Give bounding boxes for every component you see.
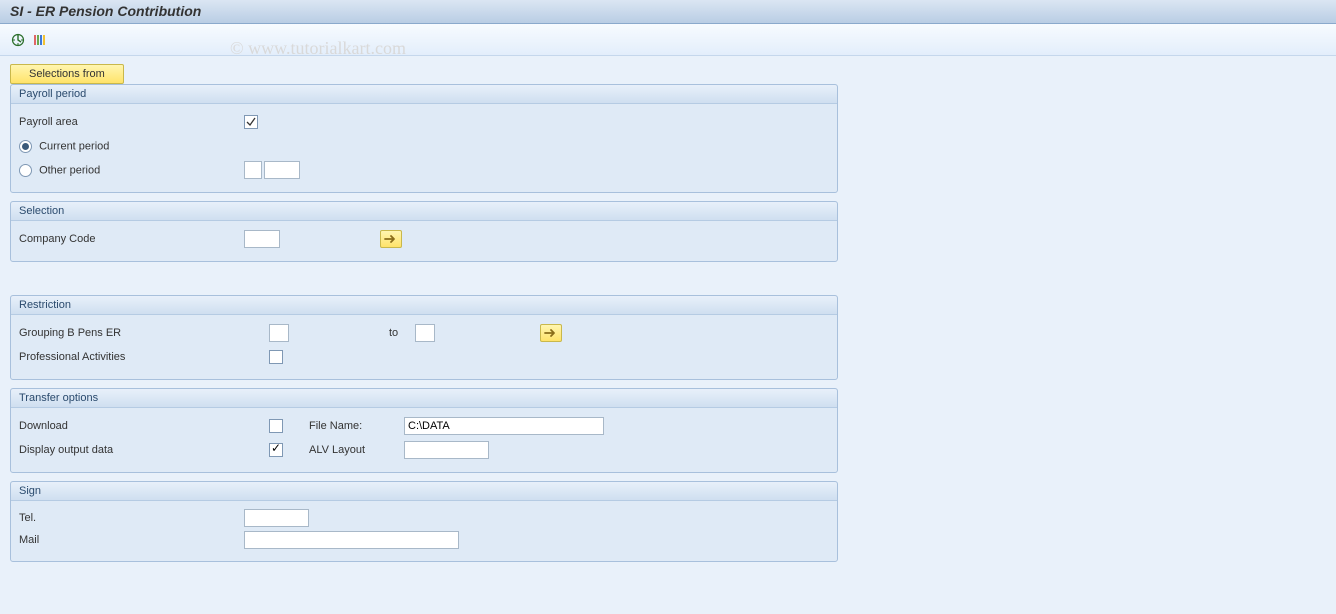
company-code-input[interactable] <box>244 230 280 248</box>
grouping-label: Grouping B Pens ER <box>19 327 269 339</box>
group-legend-restriction: Restriction <box>11 296 837 315</box>
grouping-to-input[interactable] <box>415 324 435 342</box>
prof-activities-label: Professional Activities <box>19 351 269 363</box>
company-code-label: Company Code <box>19 233 244 245</box>
to-label: to <box>389 327 409 339</box>
group-legend-transfer: Transfer options <box>11 389 837 408</box>
other-period-to-input[interactable] <box>264 161 300 179</box>
other-period-from-input[interactable] <box>244 161 262 179</box>
grouping-from-input[interactable] <box>269 324 289 342</box>
alv-layout-input[interactable] <box>404 441 489 459</box>
selection-options-icon[interactable] <box>32 32 48 48</box>
file-name-input[interactable] <box>404 417 604 435</box>
other-period-radio[interactable] <box>19 164 32 177</box>
display-output-label: Display output data <box>19 444 269 456</box>
mail-label: Mail <box>19 534 244 546</box>
window-titlebar: SI - ER Pension Contribution <box>0 0 1336 24</box>
content-area: Selections from Payroll period Payroll a… <box>0 56 1336 614</box>
toolbar <box>0 24 1336 56</box>
download-checkbox[interactable] <box>269 419 283 433</box>
execute-icon[interactable] <box>10 32 26 48</box>
group-legend-payroll: Payroll period <box>11 85 837 104</box>
group-legend-selection: Selection <box>11 202 837 221</box>
selections-from-label: Selections from <box>29 68 105 80</box>
other-period-label: Other period <box>39 164 100 176</box>
alv-layout-label: ALV Layout <box>309 444 404 456</box>
group-payroll-period: Payroll period Payroll area Current peri… <box>10 84 838 193</box>
tel-input[interactable] <box>244 509 309 527</box>
current-period-radio[interactable] <box>19 140 32 153</box>
file-name-label: File Name: <box>309 420 404 432</box>
display-output-checkbox[interactable] <box>269 443 283 457</box>
group-sign: Sign Tel. Mail <box>10 481 838 562</box>
group-selection: Selection Company Code <box>10 201 838 262</box>
mail-input[interactable] <box>244 531 459 549</box>
prof-activities-checkbox[interactable] <box>269 350 283 364</box>
selections-from-button[interactable]: Selections from <box>10 64 124 84</box>
download-label: Download <box>19 420 269 432</box>
company-code-multi-select-button[interactable] <box>380 230 402 248</box>
page-title: SI - ER Pension Contribution <box>10 3 201 19</box>
payroll-area-label: Payroll area <box>19 116 244 128</box>
group-restriction: Restriction Grouping B Pens ER to Profes… <box>10 295 838 380</box>
grouping-multi-select-button[interactable] <box>540 324 562 342</box>
group-legend-sign: Sign <box>11 482 837 501</box>
current-period-label: Current period <box>39 140 109 152</box>
group-transfer: Transfer options Download File Name: Dis… <box>10 388 838 473</box>
tel-label: Tel. <box>19 512 244 524</box>
payroll-area-search-help[interactable] <box>244 115 258 129</box>
